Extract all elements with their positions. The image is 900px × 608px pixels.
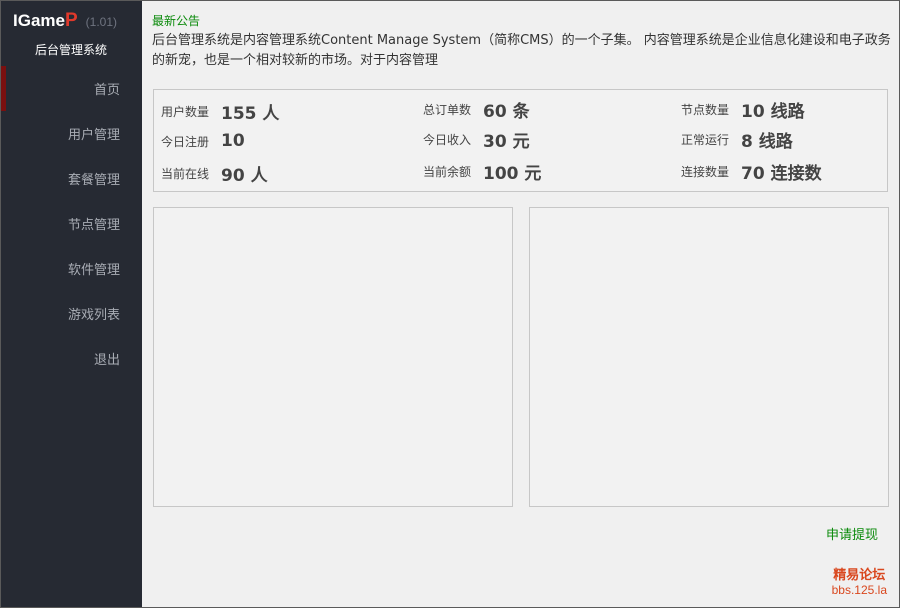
brand-version: (1.01)	[85, 15, 118, 29]
stat-label: 节点数量	[681, 102, 730, 117]
sidebar-item-label: 退出	[93, 353, 120, 368]
stat-value: 10 线路	[741, 101, 805, 122]
stat-value: 155 人	[221, 103, 280, 124]
stat-today-income: 今日收入 30 元	[423, 127, 530, 152]
brand-name: IGame	[13, 11, 65, 30]
brand-logo: IGame P (1.01)	[13, 10, 117, 34]
stats-panel: 用户数量 155 人 今日注册 10 当前在线 90 人 总订单数 60 条 今…	[153, 89, 888, 192]
watermark-title: 精易论坛	[833, 568, 886, 583]
sidebar-item-label: 节点管理	[67, 218, 120, 233]
sidebar: IGame P (1.01) 后台管理系统 首页 用户管理 套餐管理 节点管理 …	[1, 1, 142, 607]
watermark-url: bbs.125.la	[831, 583, 887, 597]
stat-label: 今日收入	[423, 132, 472, 147]
sidebar-item-packages[interactable]: 套餐管理	[1, 156, 142, 201]
stat-value: 100 元	[483, 163, 542, 184]
stat-running: 正常运行 8 线路	[681, 127, 793, 152]
stat-label: 当前在线	[161, 166, 210, 181]
stat-value: 8 线路	[741, 131, 793, 152]
stat-label: 当前余额	[423, 164, 472, 179]
stat-node-count: 节点数量 10 线路	[681, 97, 805, 122]
notice-title: 最新公告	[152, 14, 201, 28]
sidebar-item-label: 套餐管理	[67, 173, 120, 188]
stat-label: 用户数量	[161, 104, 210, 119]
stat-label: 总订单数	[423, 102, 472, 117]
brand-p-letter: P	[64, 10, 78, 31]
stat-label: 正常运行	[681, 132, 730, 147]
sidebar-item-home[interactable]: 首页	[1, 66, 142, 111]
sidebar-item-label: 游戏列表	[67, 308, 120, 323]
stat-online: 当前在线 90 人	[161, 161, 268, 186]
stat-label: 今日注册	[161, 134, 210, 149]
sidebar-item-label: 首页	[93, 83, 120, 98]
sidebar-item-nodes[interactable]: 节点管理	[1, 201, 142, 246]
main-content: 最新公告 后台管理系统是内容管理系统Content Manage System（…	[142, 1, 899, 607]
sidebar-item-users[interactable]: 用户管理	[1, 111, 142, 156]
left-panel	[153, 207, 513, 507]
right-panel	[529, 207, 889, 507]
sidebar-item-software[interactable]: 软件管理	[1, 246, 142, 291]
sidebar-nav: 首页 用户管理 套餐管理 节点管理 软件管理 游戏列表 退出	[1, 66, 142, 381]
stat-value: 90 人	[221, 165, 268, 186]
stat-total-orders: 总订单数 60 条	[423, 97, 530, 122]
stat-value: 60 条	[483, 101, 530, 122]
sidebar-item-games[interactable]: 游戏列表	[1, 291, 142, 336]
watermark: 精易论坛 bbs.125.la	[832, 568, 887, 598]
stat-today-registrations: 今日注册 10	[161, 129, 245, 153]
stat-value: 10	[221, 131, 245, 151]
stat-label: 连接数量	[681, 164, 730, 179]
notice-body: 后台管理系统是内容管理系统Content Manage System（简称CMS…	[152, 33, 891, 68]
app-window: IGame P (1.01) 后台管理系统 首页 用户管理 套餐管理 节点管理 …	[0, 0, 900, 608]
stat-value: 30 元	[483, 131, 530, 152]
stat-balance: 当前余额 100 元	[423, 159, 542, 184]
stat-value: 70 连接数	[741, 163, 822, 184]
stat-connections: 连接数量 70 连接数	[681, 159, 822, 184]
sidebar-item-logout[interactable]: 退出	[1, 336, 142, 381]
sidebar-item-label: 软件管理	[67, 263, 120, 278]
apply-withdraw-link[interactable]: 申请提现	[826, 524, 878, 543]
sidebar-item-label: 用户管理	[67, 128, 120, 143]
stat-user-count: 用户数量 155 人	[161, 99, 280, 124]
brand-subtitle: 后台管理系统	[35, 43, 108, 57]
